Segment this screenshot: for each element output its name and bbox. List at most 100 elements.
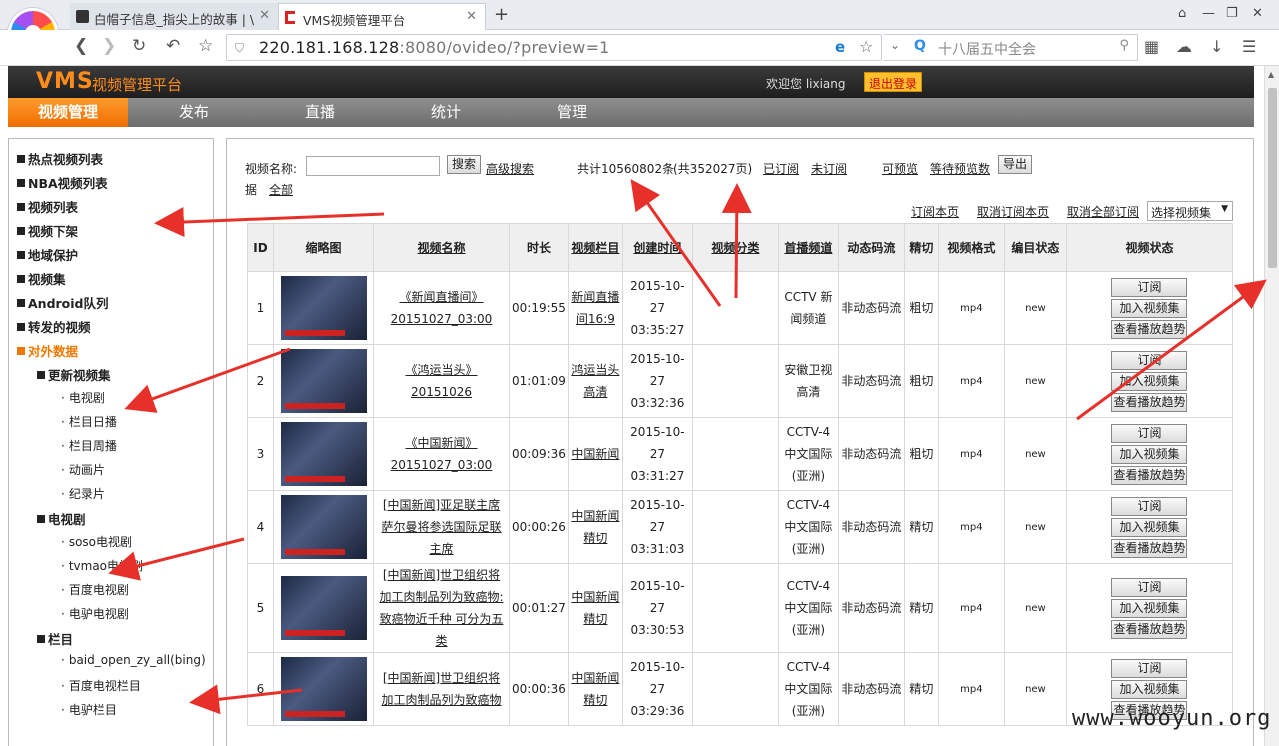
- subscribed-link[interactable]: 已订阅: [763, 160, 799, 177]
- waiting-preview-link[interactable]: 等待预览数: [930, 160, 990, 177]
- sidebar-item[interactable]: 电视剧: [61, 389, 105, 406]
- expand-icon[interactable]: [17, 227, 25, 235]
- view-trend-button[interactable]: 查看播放趋势: [1111, 392, 1188, 412]
- cell-name[interactable]: [中国新闻]世卫组织将加工肉制品列为致癌物:致癌物近千种 可分为五类: [379, 568, 503, 648]
- video-thumbnail[interactable]: [280, 349, 367, 413]
- expand-icon[interactable]: [17, 155, 25, 163]
- subscribe-button[interactable]: 订阅: [1111, 423, 1188, 443]
- add-to-set-button[interactable]: 加入视频集: [1111, 298, 1188, 318]
- shirt-skin-icon[interactable]: ⌂: [1178, 6, 1186, 21]
- browser-tab-2[interactable]: VMS视频管理平台 ✕: [278, 3, 486, 30]
- maximize-icon[interactable]: ❐: [1226, 6, 1238, 21]
- subscribe-button[interactable]: 订阅: [1111, 350, 1188, 370]
- collapse-icon[interactable]: [37, 635, 45, 643]
- view-trend-button[interactable]: 查看播放趋势: [1111, 465, 1188, 485]
- collapse-icon[interactable]: [37, 515, 45, 523]
- chevron-down-icon[interactable]: ⌄: [890, 38, 900, 52]
- sidebar-item[interactable]: baid_open_zy_all(bing): [61, 653, 206, 667]
- sidebar-item[interactable]: 地域保护: [17, 245, 78, 264]
- video-thumbnail[interactable]: [280, 276, 367, 340]
- sidebar-item[interactable]: NBA视频列表: [17, 173, 108, 192]
- sidebar-item[interactable]: 电驴电视剧: [61, 605, 129, 622]
- add-to-set-button[interactable]: 加入视频集: [1111, 444, 1188, 464]
- expand-icon[interactable]: [17, 323, 25, 331]
- subscribe-button[interactable]: 订阅: [1111, 277, 1188, 297]
- video-thumbnail[interactable]: [280, 576, 367, 640]
- unsubscribe-page-link[interactable]: 取消订阅本页: [977, 203, 1049, 220]
- cell-name[interactable]: 《新闻直播间》 20151027_03:00: [391, 290, 493, 326]
- cell-name[interactable]: 《中国新闻》 20151027_03:00: [391, 436, 493, 472]
- column-header[interactable]: 视频名称: [373, 223, 510, 272]
- expand-icon[interactable]: [17, 299, 25, 307]
- download-icon[interactable]: ↓: [1210, 37, 1223, 56]
- video-thumbnail[interactable]: [280, 422, 367, 486]
- sidebar-item[interactable]: 视频列表: [17, 197, 78, 216]
- sidebar-item[interactable]: 转发的视频: [17, 317, 91, 336]
- subscribe-button[interactable]: 订阅: [1111, 577, 1188, 597]
- minimize-icon[interactable]: —: [1202, 6, 1215, 21]
- sidebar-item[interactable]: 百度电视剧: [61, 581, 129, 598]
- menu-video-management[interactable]: 视频管理: [8, 98, 128, 127]
- search-icon[interactable]: ⚲: [1119, 38, 1129, 53]
- sidebar-item[interactable]: 视频下架: [17, 221, 78, 240]
- new-tab-icon[interactable]: +: [494, 4, 509, 25]
- add-to-set-button[interactable]: 加入视频集: [1111, 371, 1188, 391]
- column-header[interactable]: 视频分类: [691, 223, 779, 272]
- bookmark-star-icon[interactable]: ☆: [198, 36, 213, 56]
- cell-name[interactable]: [中国新闻]世卫组织将加工肉制品列为致癌物: [381, 671, 501, 707]
- sidebar-item[interactable]: 更新视频集: [37, 365, 111, 384]
- add-to-set-button[interactable]: 加入视频集: [1111, 517, 1188, 537]
- sidebar-item[interactable]: 电驴栏目: [61, 701, 117, 718]
- reload-icon[interactable]: ↻: [132, 36, 146, 56]
- expand-icon[interactable]: [17, 251, 25, 259]
- subscribe-button[interactable]: 订阅: [1111, 496, 1188, 516]
- favorite-star-icon[interactable]: ☆: [859, 37, 873, 56]
- close-tab-icon[interactable]: ✕: [259, 8, 270, 23]
- view-trend-button[interactable]: 查看播放趋势: [1111, 538, 1188, 558]
- column-header[interactable]: 创建时间: [621, 223, 693, 272]
- view-trend-button[interactable]: 查看播放趋势: [1111, 619, 1188, 639]
- sidebar-item[interactable]: 热点视频列表: [17, 149, 103, 168]
- menu-manage[interactable]: 管理: [512, 98, 632, 127]
- cell-column[interactable]: 新闻直播间16:9: [571, 290, 619, 326]
- add-to-set-button[interactable]: 加入视频集: [1111, 679, 1188, 699]
- sidebar-item[interactable]: Android队列: [17, 293, 109, 312]
- sidebar-item[interactable]: 对外数据: [17, 341, 78, 360]
- back-icon[interactable]: ❮: [74, 36, 88, 56]
- forward-icon[interactable]: ❯: [102, 36, 116, 56]
- previewable-link[interactable]: 可预览: [882, 160, 918, 177]
- page-scrollbar[interactable]: ▲: [1264, 66, 1279, 746]
- expand-icon[interactable]: [17, 275, 25, 283]
- subscribe-page-link[interactable]: 订阅本页: [911, 203, 959, 220]
- advanced-search-link[interactable]: 高级搜索: [486, 160, 534, 177]
- sidebar-item[interactable]: 纪录片: [61, 485, 105, 502]
- expand-icon[interactable]: [17, 179, 25, 187]
- add-to-set-button[interactable]: 加入视频集: [1111, 598, 1188, 618]
- subscribe-button[interactable]: 订阅: [1111, 658, 1188, 678]
- menu-statistics[interactable]: 统计: [386, 98, 506, 127]
- column-header[interactable]: 首播频道: [777, 223, 839, 272]
- collapse-icon[interactable]: [17, 347, 25, 355]
- browser-search-box[interactable]: ⌄ Q 十八届五中全会 ⚲: [884, 34, 1138, 61]
- menu-publish[interactable]: 发布: [134, 98, 254, 127]
- cell-column[interactable]: 中国新闻精切: [571, 509, 619, 545]
- sidebar-item[interactable]: 栏目: [37, 629, 73, 648]
- video-set-select[interactable]: 选择视频集 ▼: [1147, 201, 1233, 221]
- undo-icon[interactable]: ↶: [166, 36, 180, 56]
- sidebar-item[interactable]: tvmao电视剧: [61, 557, 143, 574]
- video-thumbnail[interactable]: [280, 657, 367, 721]
- sidebar-item[interactable]: 栏目周播: [61, 437, 117, 454]
- column-header[interactable]: 视频栏目: [567, 223, 623, 272]
- browser-tab-1[interactable]: 白帽子信息_指尖上的故事 | \ ✕: [70, 3, 278, 30]
- view-trend-button[interactable]: 查看播放趋势: [1111, 319, 1188, 339]
- sidebar-item[interactable]: 视频集: [17, 269, 66, 288]
- cell-column[interactable]: 中国新闻精切: [571, 590, 619, 626]
- unsubscribed-link[interactable]: 未订阅: [811, 160, 847, 177]
- all-link[interactable]: 全部: [269, 181, 293, 198]
- menu-icon[interactable]: ☰: [1242, 37, 1256, 56]
- cell-column[interactable]: 中国新闻精切: [571, 671, 619, 707]
- sidebar-item[interactable]: 动画片: [61, 461, 105, 478]
- sidebar-item[interactable]: 栏目日播: [61, 413, 117, 430]
- apps-grid-icon[interactable]: ▦: [1144, 37, 1159, 56]
- export-button[interactable]: 导出: [998, 155, 1032, 174]
